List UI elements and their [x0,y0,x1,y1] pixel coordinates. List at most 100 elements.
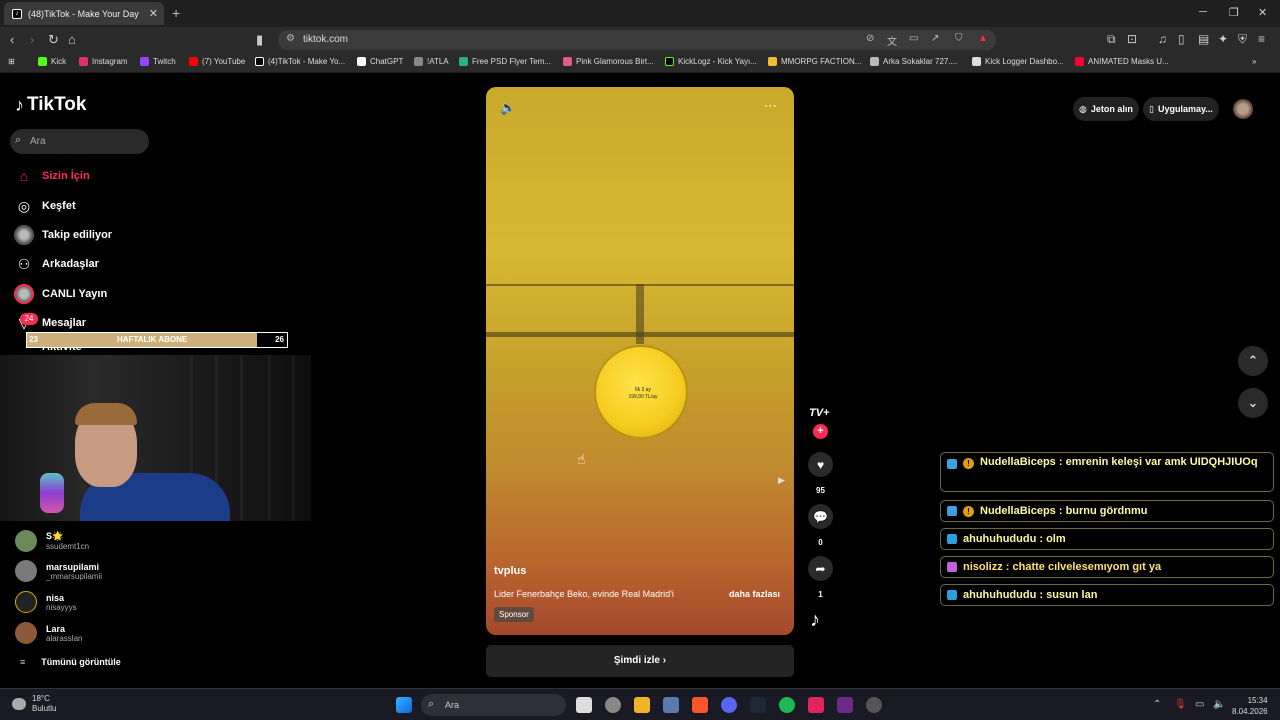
spotify-icon[interactable] [779,697,795,713]
chat-text: NudellaBiceps : burnu gördnmu [980,505,1148,517]
file-explorer-icon[interactable] [634,697,650,713]
bookmark-item[interactable]: Instagram [79,57,128,66]
bookmark-item[interactable]: MMORPG FACTION... [768,57,861,66]
tiktok-logo[interactable]: ♪ TikTok [15,94,86,116]
taskbar-search[interactable]: ⌕ Ara [421,694,566,716]
next-app-icon[interactable] [837,697,853,713]
speaker-icon[interactable]: 🔈 [1213,699,1225,710]
bookmark-item[interactable]: KickLogz - Kick Yayı... [665,57,757,66]
microphone-icon[interactable]: 🎙 [1174,699,1187,710]
apps-icon[interactable]: ⊞ [8,57,15,66]
comment-button[interactable]: 💬 [808,504,833,529]
screenshot-icon[interactable]: ⊡ [1127,32,1137,46]
forward-icon[interactable]: › [30,32,34,47]
ai-icon[interactable]: ✦ [1218,32,1228,46]
vpn-icon[interactable]: ⛨ [1238,32,1247,47]
extensions-icon[interactable]: ⧉ [1107,32,1116,47]
bookmark-favicon-icon [140,57,149,66]
get-app-button[interactable]: ▯ Uygulamay... [1143,97,1219,121]
discord-icon[interactable] [721,697,737,713]
follow-plus-icon[interactable]: + [813,424,828,439]
nav-friends[interactable]: ⚇ Arkadaşlar [14,252,99,276]
see-all-button[interactable]: ≡ Tümünü görüntüle [20,657,121,667]
settings-icon[interactable] [866,697,882,713]
more-link[interactable]: daha fazlası [729,589,780,599]
friends-icon: ⚇ [17,255,31,272]
windows-start-icon[interactable] [396,697,412,713]
video-description: Lider Fenerbahçe Beko, evinde Real Madri… [494,589,674,599]
close-tab-icon[interactable]: ✕ [149,7,158,20]
bookmark-item[interactable]: Pink Glamorous Birt... [563,57,654,66]
shield-icon[interactable]: ⛉ [955,33,963,44]
rewards-icon[interactable]: ▲ [978,33,988,44]
bookmark-item[interactable]: Kick Logger Dashbo... [972,57,1064,66]
previous-video-button[interactable]: ⌃ [1238,346,1268,376]
more-bookmarks-icon[interactable]: » [1252,57,1256,66]
compass-icon: ◎ [17,197,31,214]
bookmark-icon[interactable]: ▮ [256,32,263,48]
browser-tab[interactable]: ♪ (48)TikTok - Make Your Day ✕ [4,2,164,25]
task-view-icon[interactable] [576,697,592,713]
restore-icon[interactable]: ❐ [1229,6,1239,19]
nav-explore[interactable]: ◎ Keşfet [14,194,76,218]
share-icon[interactable]: ↗ [931,33,939,44]
new-tab-icon[interactable]: + [172,5,180,21]
bookmark-item[interactable]: !ATLA [414,57,449,66]
weather-widget[interactable]: 18°C Bulutlu [12,694,56,714]
like-button[interactable]: ♥ [808,452,833,477]
nav-following[interactable]: Takip ediliyor [14,223,112,247]
brand-avatar[interactable]: TV+ [809,407,829,419]
mute-icon[interactable]: ⊘ [866,33,874,44]
brave-icon[interactable] [692,697,708,713]
cast-icon[interactable]: ▭ [909,33,918,44]
menu-icon[interactable]: ≡ [1258,32,1265,46]
bookmark-item[interactable]: ANIMATED Masks U... [1075,57,1169,66]
tiktok-sound-icon[interactable]: ♪ [810,609,820,632]
steam-settings-icon[interactable] [605,697,621,713]
nav-live[interactable]: CANLI Yayın [14,282,107,306]
reload-icon[interactable]: ↻ [48,32,59,48]
share-button[interactable]: ➦ [808,556,833,581]
volume-icon[interactable]: 🔈 [500,100,516,116]
url-field[interactable]: ⚙ tiktok.com ⊘ 文 ▭ ↗ ⛉ ▲ [278,30,996,50]
bookmark-item[interactable]: Arka Sokaklar 727.... [870,57,957,66]
next-video-button[interactable]: ⌄ [1238,388,1268,418]
next-arrow-icon[interactable]: ▶ [778,475,785,486]
bookmark-item[interactable]: (7) YouTube [189,57,245,66]
bookmark-item[interactable]: (4)TikTok - Make Yo... [255,57,345,66]
bookmark-item[interactable]: Free PSD Flyer Tem... [459,57,551,66]
window-close-icon[interactable]: ✕ [1258,6,1267,19]
video-author[interactable]: tvplus [494,565,526,577]
home-icon[interactable]: ⌂ [68,32,76,47]
address-bar-row: ‹ › ↻ ⌂ ▮ ⚙ tiktok.com ⊘ 文 ▭ ↗ ⛉ ▲ ⧉ ⊡ ♫… [0,27,1280,53]
obs-icon[interactable] [808,697,824,713]
sidebar-icon[interactable]: ▯ [1178,32,1185,46]
bookmark-favicon-icon [768,57,777,66]
get-coins-button[interactable]: ◍ Jeton alın [1073,97,1139,121]
back-icon[interactable]: ‹ [10,32,14,47]
search-input[interactable]: ⌕ Ara [10,129,149,154]
following-account[interactable]: S🌟 ssudemt1cn [15,530,89,552]
tray-chevron-icon[interactable]: ⌃ [1153,699,1161,710]
site-info-icon[interactable]: ⚙ [286,33,295,44]
bookmark-item[interactable]: ChatGPT [357,57,403,66]
media-icon[interactable]: ♫ [1158,32,1167,46]
following-account[interactable]: marsupilami _mmarsupilamii [15,560,102,582]
store-icon[interactable] [663,697,679,713]
following-account[interactable]: nisa nisayyys [15,591,77,613]
minimize-icon[interactable]: ─ [1199,6,1207,18]
bookmark-item[interactable]: Kick [38,57,66,66]
video-player[interactable]: İlk 3 ay 199,90 TL/ay 🔈 ⋯ ☝ ▶ tvplus Lid… [486,87,794,635]
system-clock[interactable]: 15:34 8.04.2026 [1232,695,1268,717]
translate-icon[interactable]: 文 [887,33,897,48]
following-account[interactable]: Lara alarasslan [15,622,82,644]
comment-icon: 💬 [813,509,828,524]
bookmark-item[interactable]: Twitch [140,57,176,66]
more-options-icon[interactable]: ⋯ [764,98,777,114]
display-icon[interactable]: ▭ [1195,699,1204,710]
watch-now-button[interactable]: Şimdi izle › [486,645,794,677]
wallet-icon[interactable]: ▤ [1198,32,1209,46]
profile-avatar[interactable] [1233,99,1253,119]
steam-icon[interactable] [750,697,766,713]
nav-for-you[interactable]: ⌂ Sizin İçin [14,164,90,188]
